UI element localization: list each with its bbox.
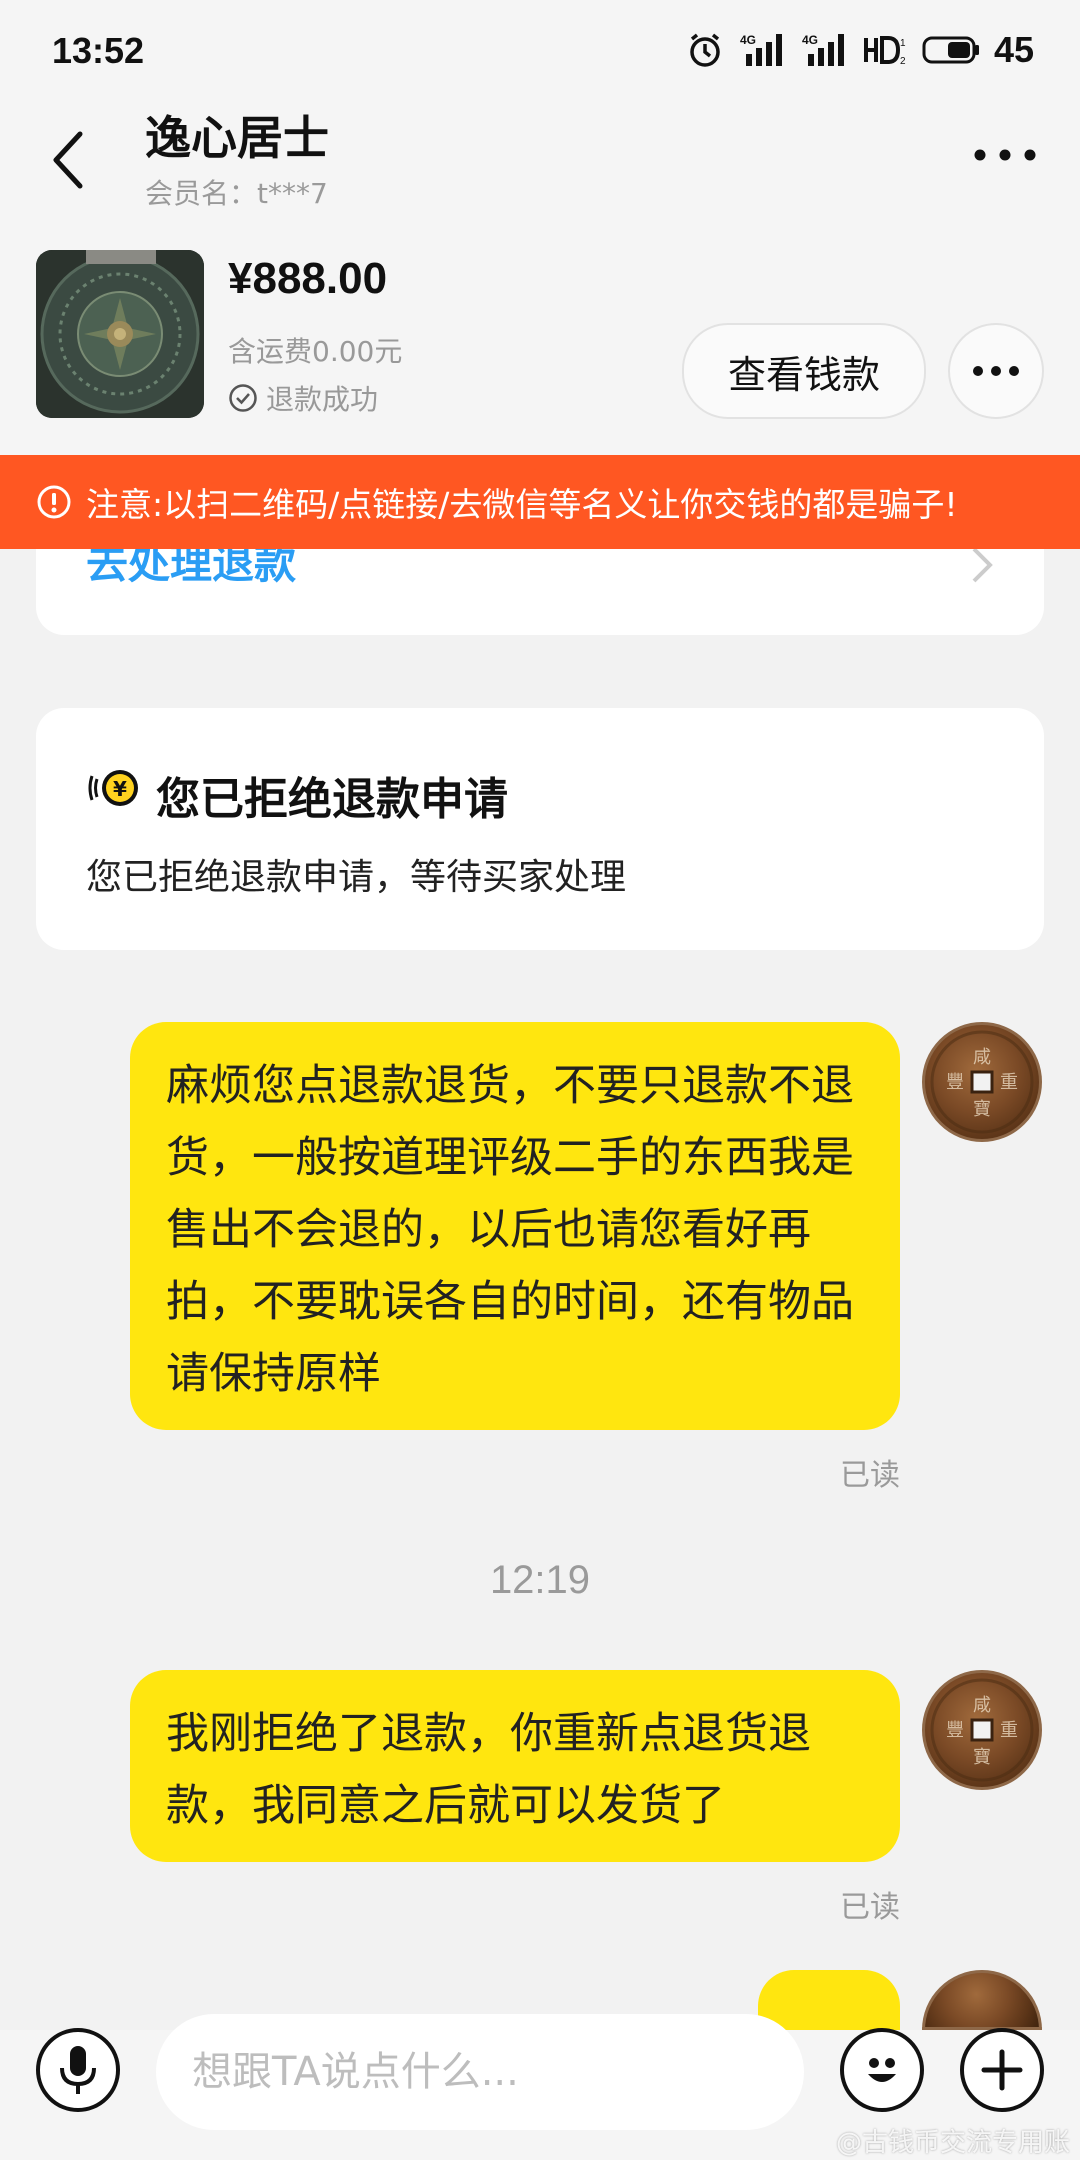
svg-text:寶: 寶 xyxy=(973,1099,991,1120)
svg-text:寶: 寶 xyxy=(973,1747,991,1768)
product-thumbnail[interactable] xyxy=(36,250,204,418)
message-bubble[interactable]: 麻烦您点退款退货，不要只退款不退货，一般按道理评级二手的东西我是售出不会退的，以… xyxy=(130,1022,900,1430)
product-bar: ¥888.00 含运费0.00元 退款成功 查看钱款 xyxy=(0,220,1080,455)
scam-warning-banner: 注意:以扫二维码/点链接/去微信等名义让你交钱的都是骗子! xyxy=(0,455,1080,549)
member-name: 会员名：t***7 xyxy=(145,177,328,210)
coin-avatar-image: 咸 寶 豐 重 xyxy=(930,1030,1034,1134)
bronze-mirror-image xyxy=(36,250,204,418)
yuan-coin-icon: ¥ xyxy=(88,770,138,806)
microphone-icon xyxy=(60,2046,96,2094)
hd-icon: 1 2 xyxy=(863,36,906,67)
refund-rejected-description: 您已拒绝退款申请，等待买家处理 xyxy=(86,857,627,898)
status-time: 13:52 xyxy=(52,30,145,71)
chat-timestamp: 12:19 xyxy=(489,1558,591,1602)
plus-icon xyxy=(981,2049,1023,2091)
read-status: 已读 xyxy=(840,1458,900,1493)
svg-text:1: 1 xyxy=(900,38,906,49)
product-shipping: 含运费0.00元 xyxy=(228,335,403,368)
emoji-button[interactable] xyxy=(840,2028,924,2112)
product-price: ¥888.00 xyxy=(228,254,388,303)
alarm-icon xyxy=(690,33,720,67)
warning-text: 注意:以扫二维码/点链接/去微信等名义让你交钱的都是骗子! xyxy=(86,485,958,524)
svg-text:重: 重 xyxy=(1000,1720,1018,1741)
coin-avatar-image: 咸 寶 豐 重 xyxy=(930,1678,1034,1782)
chevron-right-icon xyxy=(972,547,993,583)
read-status: 已读 xyxy=(840,1890,900,1925)
svg-text:豐: 豐 xyxy=(946,1072,964,1093)
view-payment-button[interactable]: 查看钱款 xyxy=(682,323,926,419)
more-horizontal-icon xyxy=(974,149,1036,161)
add-button[interactable] xyxy=(960,2028,1044,2112)
svg-text:咸: 咸 xyxy=(973,1047,991,1068)
status-icons: 4G 4G 1 2 45 xyxy=(686,28,1034,72)
chat-title: 逸心居士 xyxy=(145,111,329,165)
refund-rejected-card: ¥ 您已拒绝退款申请 您已拒绝退款申请，等待买家处理 xyxy=(36,708,1044,950)
signal-4g-icon: 4G xyxy=(740,33,782,66)
status-bar: 13:52 4G 4G 1 2 45 xyxy=(0,0,1080,100)
more-horizontal-icon xyxy=(973,366,1019,376)
voice-button[interactable] xyxy=(36,2028,120,2112)
message-bubble[interactable]: 我刚拒绝了退款，你重新点退货退款，我同意之后就可以发货了 xyxy=(130,1670,900,1862)
refund-rejected-title: 您已拒绝退款申请 xyxy=(156,774,508,825)
avatar[interactable]: 咸 寶 豐 重 xyxy=(922,1022,1042,1142)
refund-status-label: 退款成功 xyxy=(266,383,379,416)
avatar[interactable] xyxy=(922,1970,1042,2030)
message-bubble-partial[interactable] xyxy=(758,1970,900,2030)
battery-level: 45 xyxy=(993,29,1034,70)
header-more-button[interactable] xyxy=(970,130,1040,180)
chat-header: 逸心居士 会员名：t***7 xyxy=(0,100,1080,220)
message-input[interactable] xyxy=(156,2014,804,2130)
back-button[interactable] xyxy=(40,120,100,190)
smile-icon xyxy=(868,2058,896,2082)
signal-4g-icon: 4G xyxy=(802,33,844,66)
refund-status: 退款成功 xyxy=(228,378,378,418)
battery-icon xyxy=(922,36,979,64)
watermark: @古钱币交流专用账 xyxy=(835,2128,1070,2158)
alert-circle-icon xyxy=(37,485,71,519)
svg-text:重: 重 xyxy=(1000,1072,1018,1093)
chevron-left-icon xyxy=(53,131,83,189)
check-circle-icon xyxy=(229,384,257,412)
product-more-button[interactable] xyxy=(948,323,1044,419)
avatar[interactable]: 咸 寶 豐 重 xyxy=(922,1670,1042,1790)
svg-text:咸: 咸 xyxy=(973,1695,991,1716)
svg-text:豐: 豐 xyxy=(946,1720,964,1741)
svg-text:2: 2 xyxy=(900,56,906,67)
svg-text:4G: 4G xyxy=(802,33,818,47)
svg-text:¥: ¥ xyxy=(113,777,127,801)
svg-text:4G: 4G xyxy=(740,33,756,47)
